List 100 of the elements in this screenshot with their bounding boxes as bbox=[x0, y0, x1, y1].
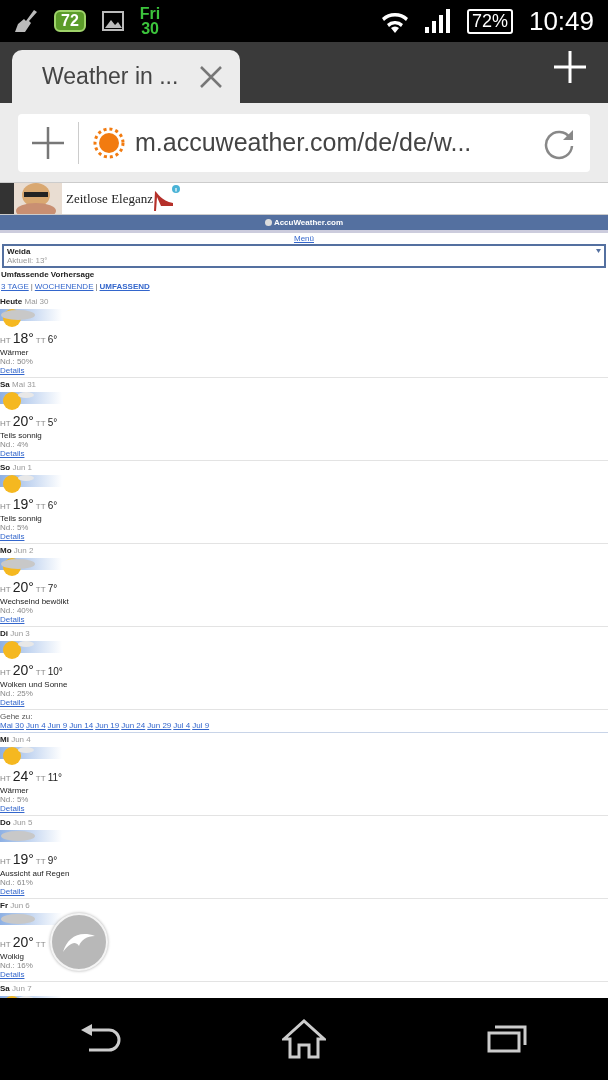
date-link[interactable]: Jul 9 bbox=[192, 721, 210, 730]
low-temp: 11° bbox=[47, 771, 62, 785]
section-heading: Umfassende Vorhersage bbox=[0, 270, 96, 279]
close-icon[interactable] bbox=[200, 65, 222, 88]
goto-label: Gehe zu: bbox=[0, 712, 34, 721]
site-logo[interactable]: AccuWeather.com bbox=[264, 218, 344, 227]
high-temp: 18° bbox=[12, 331, 34, 346]
sun-icon bbox=[0, 746, 62, 766]
view-link[interactable]: 3 TAGE bbox=[1, 282, 29, 291]
low-label: TT bbox=[35, 773, 46, 785]
info-icon[interactable] bbox=[172, 185, 180, 193]
condition-text: Wolken und Sonne bbox=[0, 680, 69, 689]
details-link[interactable]: Details bbox=[0, 532, 25, 541]
high-temp: 20° bbox=[12, 414, 34, 429]
high-temp: 24° bbox=[12, 769, 34, 784]
image-icon bbox=[101, 11, 124, 31]
condition-text: Wärmer bbox=[0, 786, 30, 795]
date-link[interactable]: Jun 9 bbox=[47, 721, 68, 730]
day-label: Heute Mai 30 bbox=[0, 297, 50, 306]
low-label: TT bbox=[35, 418, 46, 430]
day-label: Sa Jun 7 bbox=[0, 984, 33, 993]
high-label: HT bbox=[0, 501, 11, 513]
details-link[interactable]: Details bbox=[0, 698, 25, 707]
day-label: Mo Jun 2 bbox=[0, 546, 35, 555]
sun-icon bbox=[0, 640, 62, 660]
condition-text: Wechselnd bewölkt bbox=[0, 597, 70, 606]
high-temp: 19° bbox=[12, 497, 34, 512]
details-link[interactable]: Details bbox=[0, 970, 25, 979]
date-link[interactable]: Jul 4 bbox=[173, 721, 191, 730]
home-icon[interactable] bbox=[282, 1019, 326, 1059]
low-temp: 9° bbox=[47, 854, 58, 868]
details-link[interactable]: Details bbox=[0, 449, 25, 458]
date-link[interactable]: Jun 29 bbox=[147, 721, 172, 730]
condition-text: Wärmer bbox=[0, 348, 30, 357]
separator-text: | bbox=[95, 282, 98, 291]
browser-tab[interactable]: Weather in ... bbox=[12, 50, 240, 103]
high-label: HT bbox=[0, 773, 11, 785]
precip-text: Nd.: 40% bbox=[0, 606, 34, 615]
view-link[interactable]: WOCHENENDE bbox=[34, 282, 94, 291]
date-link[interactable]: Jun 14 bbox=[69, 721, 94, 730]
low-temp: 6° bbox=[47, 499, 58, 513]
address-bar[interactable]: m.accuweather.com/de/de/w... bbox=[18, 113, 590, 172]
low-temp: 6° bbox=[47, 333, 58, 347]
low-label: TT bbox=[35, 939, 46, 951]
date-text: Fri 30 bbox=[139, 6, 161, 36]
sun-cloud-icon bbox=[0, 308, 62, 328]
precip-text: Nd.: 5% bbox=[0, 523, 30, 532]
high-label: HT bbox=[0, 939, 11, 951]
sun-icon bbox=[0, 474, 62, 494]
battery-indicator: 72% bbox=[466, 8, 513, 34]
clock-text: 10:49 bbox=[528, 5, 594, 37]
day-label: So Jun 1 bbox=[0, 463, 34, 472]
high-label: HT bbox=[0, 667, 11, 679]
high-label: HT bbox=[0, 335, 11, 347]
date-link[interactable]: Jun 4 bbox=[26, 721, 46, 730]
day-label: Sa Mai 31 bbox=[0, 380, 38, 389]
condition-text: Aussicht auf Regen bbox=[0, 869, 71, 878]
precip-text: Nd.: 4% bbox=[0, 440, 30, 449]
low-label: TT bbox=[35, 856, 46, 868]
back-icon[interactable] bbox=[80, 1024, 121, 1054]
new-tab-icon[interactable] bbox=[554, 51, 586, 83]
details-link[interactable]: Details bbox=[0, 887, 25, 896]
high-label: HT bbox=[0, 856, 11, 868]
signal-icon bbox=[424, 9, 451, 33]
date-link[interactable]: Jun 24 bbox=[121, 721, 146, 730]
day-label: Fr Jun 6 bbox=[0, 901, 31, 910]
date-link[interactable]: Mai 30 bbox=[0, 721, 24, 730]
details-link[interactable]: Details bbox=[0, 804, 25, 813]
precip-text: Nd.: 5% bbox=[0, 795, 30, 804]
high-temp: 20° bbox=[12, 935, 34, 950]
precip-text: Nd.: 50% bbox=[0, 357, 34, 366]
low-temp: 7° bbox=[47, 582, 58, 596]
recent-apps-icon[interactable] bbox=[487, 1025, 528, 1053]
menu-link[interactable]: Menü bbox=[294, 234, 314, 243]
plus-icon[interactable] bbox=[32, 126, 64, 159]
details-link[interactable]: Details bbox=[0, 366, 25, 375]
low-label: TT bbox=[35, 667, 46, 679]
separator-text: | bbox=[30, 282, 33, 291]
ad-text: Zeitlose Eleganz bbox=[66, 190, 153, 207]
date-link[interactable]: Jun 19 bbox=[95, 721, 120, 730]
sun-icon bbox=[0, 391, 62, 411]
high-temp: 20° bbox=[12, 663, 34, 678]
logo-icon bbox=[264, 219, 272, 226]
view-link[interactable]: UMFASSEND bbox=[99, 282, 150, 291]
low-label: TT bbox=[35, 335, 46, 347]
day-label: Di Jun 3 bbox=[0, 629, 31, 638]
notification-badge: 72 bbox=[54, 10, 86, 32]
location-select[interactable]: Weida Aktuell: 13° bbox=[2, 244, 606, 268]
dropdown-arrow-icon bbox=[596, 249, 601, 253]
condition-text: Wolkig bbox=[0, 952, 25, 961]
low-label: TT bbox=[35, 501, 46, 513]
high-label: HT bbox=[0, 418, 11, 430]
high-temp: 20° bbox=[12, 580, 34, 595]
low-label: TT bbox=[35, 584, 46, 596]
details-link[interactable]: Details bbox=[0, 615, 25, 624]
precip-text: Nd.: 25% bbox=[0, 689, 34, 698]
condition-text: Teils sonnig bbox=[0, 514, 43, 523]
day-label: Do Jun 5 bbox=[0, 818, 34, 827]
day-label: Mi Jun 4 bbox=[0, 735, 32, 744]
precip-text: Nd.: 16% bbox=[0, 961, 34, 970]
